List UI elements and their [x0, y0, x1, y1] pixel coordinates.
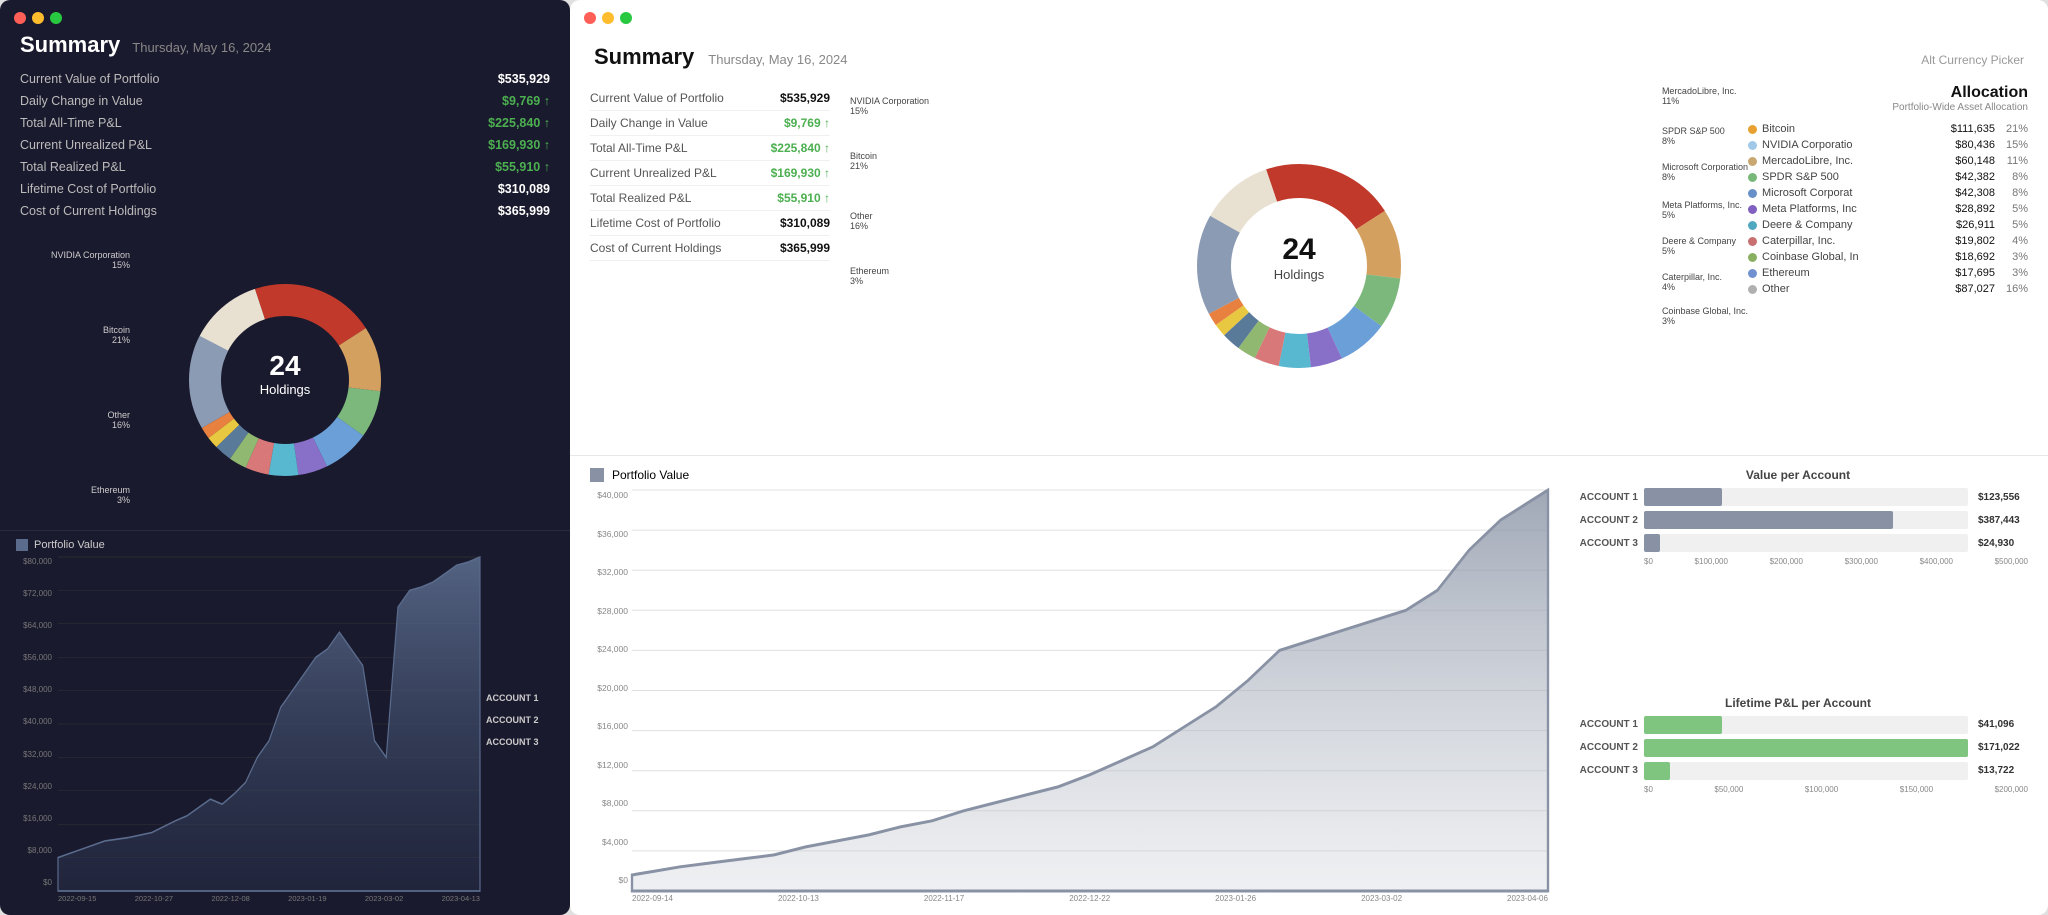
donut-labels-left: NVIDIA Corporation 15% Bitcoin 21% Other…: [10, 230, 130, 505]
alloc-row-1: NVIDIA Corporatio $80,436 15%: [1748, 137, 2028, 153]
alt-currency-picker[interactable]: Alt Currency Picker: [1921, 53, 2024, 67]
close-button-left[interactable]: [14, 12, 26, 24]
pl-row-0: ACCOUNT 1 $41,096: [1568, 716, 2028, 734]
right-bar-charts: Value per Account ACCOUNT 1 $123,556 ACC…: [1568, 456, 2028, 915]
close-button-right[interactable]: [584, 12, 596, 24]
stat-row-6: Cost of Current Holdings $365,999: [20, 200, 550, 222]
value-per-account-title: Value per Account: [1568, 468, 2028, 482]
pl-x-axis: $0 $50,000 $100,000 $150,000 $200,000: [1568, 785, 2028, 794]
pl-row-1: ACCOUNT 2 $171,022: [1568, 739, 2028, 757]
window-controls-left: [0, 0, 570, 32]
maximize-button-left[interactable]: [50, 12, 62, 24]
right-y-axis: $40,000 $36,000 $32,000 $28,000 $24,000 …: [590, 490, 628, 903]
right-stats-section: Current Value of Portfolio $535,929 Dail…: [590, 76, 850, 455]
left-panel: Summary Thursday, May 16, 2024 Current V…: [0, 0, 570, 915]
alloc-row-0: Bitcoin $111,635 21%: [1748, 121, 2028, 137]
right-top-section: Current Value of Portfolio $535,929 Dail…: [570, 76, 2048, 456]
right-portfolio-chart: Portfolio Value $40,000 $36,000 $32,000 …: [590, 456, 1548, 915]
right-stat-5: Lifetime Cost of Portfolio $310,089: [590, 211, 830, 236]
pl-per-account-section: Lifetime P&L per Account ACCOUNT 1 $41,0…: [1568, 696, 2028, 904]
left-donut-area: NVIDIA Corporation 15% Bitcoin 21% Other…: [10, 230, 560, 530]
portfolio-chart-title: Portfolio Value: [34, 539, 105, 551]
vpa-bar-0: [1644, 488, 1722, 506]
allocation-subtitle: Portfolio-Wide Asset Allocation: [1748, 102, 2028, 113]
maximize-button-right[interactable]: [620, 12, 632, 24]
value-per-account-section: Value per Account ACCOUNT 1 $123,556 ACC…: [1568, 468, 2028, 676]
right-date: Thursday, May 16, 2024: [708, 52, 847, 67]
right-stat-3: Current Unrealized P&L $169,930 ↑: [590, 161, 830, 186]
right-allocation-section: Allocation Portfolio-Wide Asset Allocati…: [1748, 76, 2028, 455]
portfolio-legend-box: [16, 539, 28, 551]
pl-bar-1: [1644, 739, 1968, 757]
alloc-row-7: Caterpillar, Inc. $19,802 4%: [1748, 233, 2028, 249]
left-date: Thursday, May 16, 2024: [132, 40, 271, 55]
stat-row-5: Lifetime Cost of Portfolio $310,089: [20, 178, 550, 200]
alloc-row-6: Deere & Company $26,911 5%: [1748, 217, 2028, 233]
left-account-legend: ACCOUNT 1 ACCOUNT 2 ACCOUNT 3: [486, 557, 554, 903]
alloc-row-3: SPDR S&P 500 $42,382 8%: [1748, 169, 2028, 185]
left-stats: Current Value of Portfolio $535,929 Dail…: [0, 68, 570, 230]
donut-left-labels: NVIDIA Corporation 15% Bitcoin 21% Other…: [850, 96, 929, 286]
right-stat-6: Cost of Current Holdings $365,999: [590, 236, 830, 261]
right-stat-4: Total Realized P&L $55,910 ↑: [590, 186, 830, 211]
right-bottom-section: Portfolio Value $40,000 $36,000 $32,000 …: [570, 456, 2048, 915]
donut-right-labels: MercadoLibre, Inc. 11% SPDR S&P 500 8% M…: [1662, 86, 1748, 326]
left-area-chart: [58, 557, 480, 891]
right-donut-section: NVIDIA Corporation 15% Bitcoin 21% Other…: [850, 76, 1748, 455]
minimize-button-left[interactable]: [32, 12, 44, 24]
portfolio-legend-box-right: [590, 468, 604, 482]
left-donut-chart: 24 Holdings: [175, 270, 395, 490]
svg-text:Holdings: Holdings: [1274, 267, 1325, 282]
right-x-axis: 2022-09-14 2022-10-13 2022-11-17 2022-12…: [632, 894, 1548, 903]
pl-per-account-title: Lifetime P&L per Account: [1568, 696, 2028, 710]
vpa-x-axis: $0 $100,000 $200,000 $300,000 $400,000 $…: [1568, 557, 2028, 566]
right-title: Summary: [594, 44, 694, 70]
vpa-bar-2: [1644, 534, 1660, 552]
minimize-button-right[interactable]: [602, 12, 614, 24]
allocation-title: Allocation: [1748, 84, 2028, 102]
alloc-row-4: Microsoft Corporat $42,308 8%: [1748, 185, 2028, 201]
alloc-row-9: Ethereum $17,695 3%: [1748, 265, 2028, 281]
vpa-bar-1: [1644, 511, 1893, 529]
right-area-chart: [632, 490, 1548, 891]
stat-row-3: Current Unrealized P&L $169,930 ↑: [20, 134, 550, 156]
right-panel: Summary Thursday, May 16, 2024 Alt Curre…: [570, 0, 2048, 915]
left-y-axis: $80,000 $72,000 $64,000 $56,000 $48,000 …: [16, 557, 52, 903]
pl-row-2: ACCOUNT 3 $13,722: [1568, 762, 2028, 780]
stat-row-4: Total Realized P&L $55,910 ↑: [20, 156, 550, 178]
stat-row-1: Daily Change in Value $9,769 ↑: [20, 90, 550, 112]
alloc-row-2: MercadoLibre, Inc. $60,148 11%: [1748, 153, 2028, 169]
vpa-row-1: ACCOUNT 2 $387,443: [1568, 511, 2028, 529]
alloc-row-8: Coinbase Global, In $18,692 3%: [1748, 249, 2028, 265]
right-donut-chart: 24 Holdings: [1179, 126, 1419, 406]
portfolio-legend-label: Portfolio Value: [612, 468, 689, 482]
left-header: Summary Thursday, May 16, 2024: [0, 32, 570, 68]
pl-bar-2: [1644, 762, 1670, 780]
right-stat-1: Daily Change in Value $9,769 ↑: [590, 111, 830, 136]
left-portfolio-section: Portfolio Value $80,000 $72,000 $64,000 …: [0, 530, 570, 915]
svg-text:24: 24: [269, 350, 301, 381]
alloc-row-10: Other $87,027 16%: [1748, 281, 2028, 297]
left-x-axis: 2022-09-15 2022-10-27 2022-12-08 2023-01…: [58, 894, 480, 903]
vpa-row-2: ACCOUNT 3 $24,930: [1568, 534, 2028, 552]
window-controls-right: [570, 0, 2048, 32]
right-stat-0: Current Value of Portfolio $535,929: [590, 86, 830, 111]
stat-row-0: Current Value of Portfolio $535,929: [20, 68, 550, 90]
vpa-row-0: ACCOUNT 1 $123,556: [1568, 488, 2028, 506]
left-title: Summary: [20, 32, 120, 58]
svg-text:Holdings: Holdings: [260, 382, 311, 397]
right-stat-2: Total All-Time P&L $225,840 ↑: [590, 136, 830, 161]
alloc-row-5: Meta Platforms, Inc $28,892 5%: [1748, 201, 2028, 217]
pl-bar-0: [1644, 716, 1722, 734]
svg-text:24: 24: [1282, 233, 1316, 266]
right-header: Summary Thursday, May 16, 2024 Alt Curre…: [570, 32, 2048, 76]
stat-row-2: Total All-Time P&L $225,840 ↑: [20, 112, 550, 134]
